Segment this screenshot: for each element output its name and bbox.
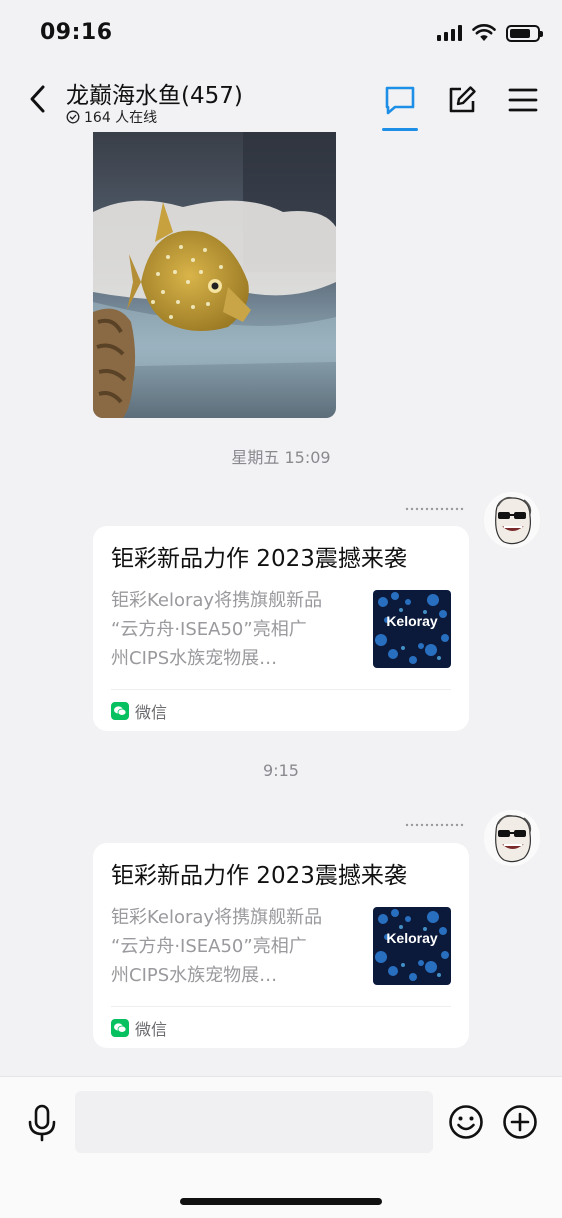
card-source: 微信 [111,1006,451,1048]
chat-header: 龙巅海水鱼(457) 164 人在线 [0,66,562,132]
hamburger-menu-icon [508,88,538,112]
tab-chat[interactable] [380,80,420,131]
wechat-icon [111,1018,129,1037]
tab-active-indicator [382,128,418,131]
more-actions-button[interactable] [502,1104,538,1140]
card-body: 钜彩Keloray将携旗舰新品 “云方舟·ISEA50”亮相广 州CIPS水族宠… [111,903,451,990]
card-title: 钜彩新品力作 2023震撼来袭 [111,546,407,572]
cartoon-face-avatar-icon [484,492,540,548]
edit-icon [449,86,476,113]
input-bar [0,1076,562,1218]
online-count-label: 164 人在线 [84,110,158,126]
card-thumbnail: Keloray [373,590,451,668]
clock-check-icon [66,110,80,124]
microphone-icon [28,1104,56,1142]
card-description: 钜彩Keloray将携旗舰新品 “云方舟·ISEA50”亮相广 州CIPS水族宠… [111,907,323,986]
svg-text:Keloray: Keloray [386,613,438,629]
menu-button[interactable] [503,80,543,120]
card-source: 微信 [111,689,451,731]
battery-icon [506,24,543,42]
card-thumbnail: Keloray [373,907,451,985]
tab-edit[interactable] [442,80,482,120]
more-dots-icon [405,507,464,511]
emoji-button[interactable] [448,1104,484,1140]
status-bar: 09:16 [0,0,562,66]
card-description: 钜彩Keloray将携旗舰新品 “云方舟·ISEA50”亮相广 州CIPS水族宠… [111,590,323,669]
home-indicator [180,1198,382,1205]
timestamp: 9:15 [263,761,299,780]
keloray-thumbnail: Keloray [373,590,451,668]
link-card[interactable]: 钜彩新品力作 2023震撼来袭 钜彩Keloray将携旗舰新品 “云方舟·ISE… [93,526,469,731]
svg-text:Keloray: Keloray [386,930,438,946]
status-time: 09:16 [40,20,113,45]
card-body: 钜彩Keloray将携旗舰新品 “云方舟·ISEA50”亮相广 州CIPS水族宠… [111,586,451,673]
voice-button[interactable] [24,1103,60,1143]
chevron-left-icon [30,85,45,113]
more-dots-icon [405,823,464,827]
card-source-label: 微信 [135,1019,168,1039]
back-button[interactable] [22,82,52,116]
online-count: 164 人在线 [66,107,157,127]
wifi-icon [472,24,496,41]
avatar[interactable] [484,810,540,866]
wechat-icon [111,701,129,720]
message-input[interactable] [75,1091,433,1153]
chat-bubble-icon [385,86,415,115]
keloray-thumbnail: Keloray [373,907,451,985]
card-source-label: 微信 [135,702,168,722]
cellular-signal-icon [437,25,462,41]
smiley-icon [449,1105,483,1139]
card-title: 钜彩新品力作 2023震撼来袭 [111,863,407,889]
link-card[interactable]: 钜彩新品力作 2023震撼来袭 钜彩Keloray将携旗舰新品 “云方舟·ISE… [93,843,469,1048]
group-title[interactable]: 龙巅海水鱼(457) [66,76,243,110]
chat-screen: 09:16 龙巅海水鱼(457) 164 人在线 星期五 15:09 钜彩新品力… [0,0,562,1218]
plus-circle-icon [503,1105,537,1139]
fish-photo [93,132,336,418]
timestamp: 星期五 15:09 [231,448,331,467]
fish-photo-message[interactable] [93,132,336,418]
status-icons [437,24,543,42]
avatar[interactable] [484,492,540,548]
cartoon-face-avatar-icon [484,810,540,866]
